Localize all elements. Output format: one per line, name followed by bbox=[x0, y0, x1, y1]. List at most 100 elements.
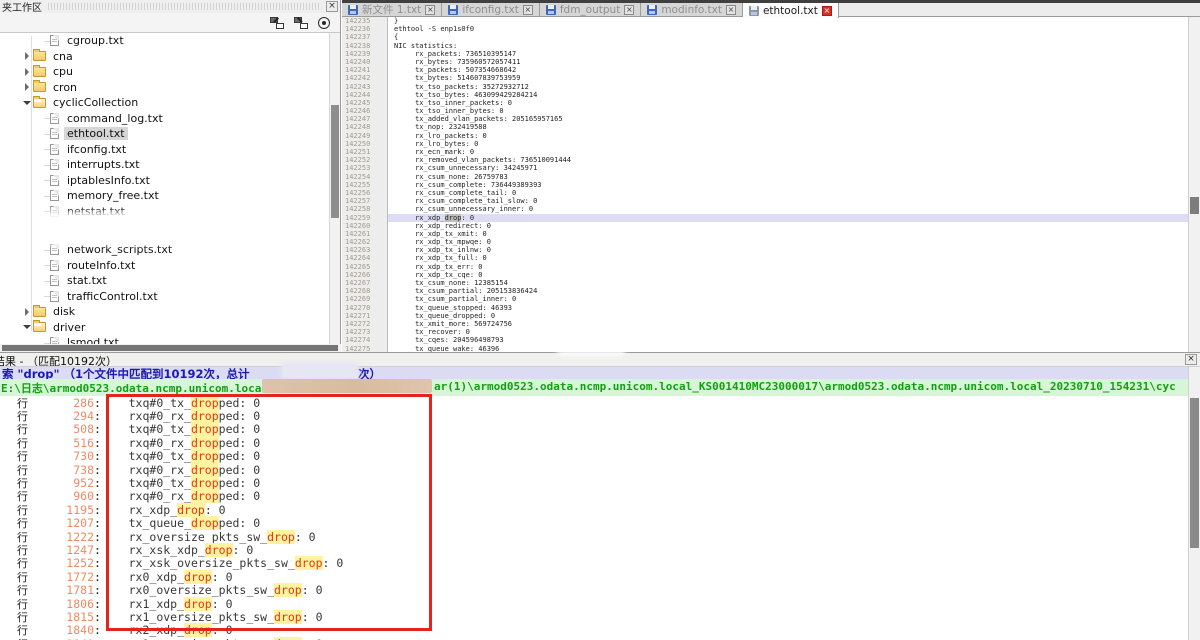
code-line: 142244 tx_tso_bytes: 463099429284214 bbox=[342, 91, 1188, 99]
results-scrollbar-thumb[interactable] bbox=[1190, 398, 1199, 548]
result-row[interactable]: 行508: txq#0_tx_dropped: 0 bbox=[0, 423, 1188, 436]
close-tab-icon[interactable]: × bbox=[726, 5, 736, 15]
chevron-right-icon[interactable] bbox=[22, 67, 32, 77]
tree-item-network_scripts.txt[interactable]: network_scripts.txt bbox=[0, 242, 330, 258]
tab-ethtool.txt[interactable]: ethtool.txt × bbox=[743, 3, 839, 18]
tab--1.txt[interactable]: 新文件 1.txt× bbox=[342, 3, 442, 16]
expand-all-icon[interactable] bbox=[270, 17, 284, 29]
result-file-path-line[interactable]: E:\日志\armod0523.odata.ncmp.unicom.loca a… bbox=[0, 379, 1200, 396]
result-line-number: 286 bbox=[28, 396, 94, 410]
result-row[interactable]: 行1840: rx2_xdp_drop: 0 bbox=[0, 624, 1188, 637]
line-number: 142269 bbox=[342, 295, 388, 303]
editor-scrollbar-thumb[interactable] bbox=[1190, 197, 1199, 214]
result-row[interactable]: 行1815: rx1_oversize_pkts_sw_drop: 0 bbox=[0, 610, 1188, 623]
result-line-number: 952 bbox=[28, 476, 94, 490]
result-row[interactable]: 行1781: rx0_oversize_pkts_sw_drop: 0 bbox=[0, 583, 1188, 596]
tree-item-label: netstat.txt bbox=[64, 205, 128, 218]
tab-modinfo.txt[interactable]: modinfo.txt× bbox=[641, 3, 743, 16]
result-rows: 行286: txq#0_tx_dropped: 0行294: rxq#0_rx_… bbox=[0, 396, 1188, 640]
close-tab-icon[interactable]: × bbox=[425, 5, 435, 15]
file-icon bbox=[50, 113, 59, 124]
code-line: 142267 tx_csum_none: 12385154 bbox=[342, 279, 1188, 287]
result-row[interactable]: 行1806: rx1_xdp_drop: 0 bbox=[0, 597, 1188, 610]
editor-text-area[interactable]: 142235}142236ethtool -S enp1s0f0142237{1… bbox=[342, 17, 1188, 352]
result-row[interactable]: 行1222: rx_oversize_pkts_sw_drop: 0 bbox=[0, 530, 1188, 543]
chevron-down-icon[interactable] bbox=[22, 98, 32, 108]
result-line-number: 1815 bbox=[28, 610, 94, 624]
line-number: 142257 bbox=[342, 197, 388, 205]
tree-item-command_log.txt[interactable]: command_log.txt bbox=[0, 111, 330, 127]
collapse-all-icon[interactable] bbox=[294, 17, 308, 29]
code-line: 142260 rx_xdp_redirect: 0 bbox=[342, 222, 1188, 230]
locate-file-icon[interactable] bbox=[318, 17, 330, 29]
result-file-path-right: ar(1)\armod0523.odata.ncmp.unicom.local_… bbox=[434, 380, 1176, 393]
folder-icon bbox=[33, 82, 46, 92]
tree-item-label: routeInfo.txt bbox=[64, 259, 138, 272]
close-tab-icon[interactable]: × bbox=[523, 5, 533, 15]
close-tab-icon[interactable]: × bbox=[624, 5, 634, 15]
result-row[interactable]: 行960: rxq#0_rx_dropped: 0 bbox=[0, 490, 1188, 503]
code-text: rx_csum_complete_tail_slow: 0 bbox=[388, 197, 537, 205]
result-line-number: 1222 bbox=[28, 530, 94, 544]
tree-item-cna[interactable]: cna bbox=[0, 49, 330, 65]
tree-item-disk[interactable]: disk bbox=[0, 304, 330, 320]
tree-hscrollbar[interactable] bbox=[0, 344, 341, 352]
result-row[interactable]: 行1207: tx_queue_dropped: 0 bbox=[0, 517, 1188, 530]
result-colon: : bbox=[94, 543, 101, 557]
line-number: 142273 bbox=[342, 328, 388, 336]
tree-item-ethtool.txt[interactable]: ethtool.txt bbox=[0, 126, 330, 142]
results-scrollbar[interactable] bbox=[1188, 367, 1200, 640]
tree-item-interrupts.txt[interactable]: interrupts.txt bbox=[0, 157, 330, 173]
result-row[interactable]: 行1195: rx_xdp_drop: 0 bbox=[0, 503, 1188, 516]
result-row[interactable]: 行294: rxq#0_rx_dropped: 0 bbox=[0, 409, 1188, 422]
tab-label: ethtool.txt bbox=[763, 5, 818, 17]
tree-item-cgroup.txt[interactable]: cgroup.txt bbox=[0, 33, 330, 49]
results-close-button[interactable]: × bbox=[1185, 354, 1197, 365]
chevron-right-icon[interactable] bbox=[22, 82, 32, 92]
tree-item-cpu[interactable]: cpu bbox=[0, 64, 330, 80]
close-tab-icon[interactable]: × bbox=[822, 6, 832, 16]
code-text: tx_xmit_more: 569724756 bbox=[388, 320, 512, 328]
workspace-close-button[interactable]: × bbox=[326, 1, 338, 12]
result-row[interactable]: 行1252: rx_xsk_oversize_pkts_sw_drop: 0 bbox=[0, 557, 1188, 570]
code-text: rx_csum_complete: 736449389393 bbox=[388, 181, 542, 189]
tree-item-label: ifconfig.txt bbox=[64, 143, 129, 156]
tree-item-trafficControl.txt[interactable]: trafficControl.txt bbox=[0, 289, 330, 305]
tree-item-memory_free.txt[interactable]: memory_free.txt bbox=[0, 188, 330, 204]
chevron-right-icon[interactable] bbox=[22, 307, 32, 317]
tree-item-cron[interactable]: cron bbox=[0, 80, 330, 96]
tree-item-routeInfo.txt[interactable]: routeInfo.txt bbox=[0, 258, 330, 274]
tree-item-cyclicCollection[interactable]: cyclicCollection bbox=[0, 95, 330, 111]
result-row[interactable]: 行730: txq#0_tx_dropped: 0 bbox=[0, 450, 1188, 463]
workspace-titlebar: 夹工作区 × bbox=[0, 0, 340, 13]
tree-hscrollbar-thumb[interactable] bbox=[2, 345, 338, 351]
result-text: tx_queue_dropped: 0 bbox=[101, 516, 260, 530]
tree-item-stat.txt[interactable]: stat.txt bbox=[0, 273, 330, 289]
match-highlight: drop bbox=[191, 436, 219, 450]
result-row[interactable]: 行1247: rx_xsk_xdp_drop: 0 bbox=[0, 543, 1188, 556]
chevron-down-icon[interactable] bbox=[22, 322, 32, 332]
code-line: 142264 rx_xdp_tx_full: 0 bbox=[342, 254, 1188, 262]
tab-ifconfig.txt[interactable]: ifconfig.txt× bbox=[442, 3, 540, 16]
tree-item-ifconfig.txt[interactable]: ifconfig.txt bbox=[0, 142, 330, 158]
result-row[interactable]: 行952: txq#0_tx_dropped: 0 bbox=[0, 476, 1188, 489]
line-number: 142274 bbox=[342, 336, 388, 344]
code-text: rx_csum_unnecessary: 34245971 bbox=[388, 164, 537, 172]
tree-item-driver[interactable]: driver bbox=[0, 320, 330, 336]
tree-scrollbar[interactable] bbox=[329, 33, 340, 344]
tree-item-lsmod.txt[interactable]: lsmod.txt bbox=[0, 335, 330, 344]
tab-fdm_output[interactable]: fdm_output× bbox=[540, 3, 641, 16]
tree-scrollbar-thumb[interactable] bbox=[331, 105, 339, 218]
code-line: 142249 rx_lro_packets: 0 bbox=[342, 132, 1188, 140]
result-row[interactable]: 行738: rxq#0_rx_dropped: 0 bbox=[0, 463, 1188, 476]
result-row[interactable]: 行286: txq#0_tx_dropped: 0 bbox=[0, 396, 1188, 409]
editor-scrollbar[interactable] bbox=[1188, 17, 1200, 352]
code-line: 142238NIC statistics: bbox=[342, 42, 1188, 50]
code-line: 142248 tx_nop: 232419588 bbox=[342, 123, 1188, 131]
result-row[interactable]: 行516: rxq#0_rx_dropped: 0 bbox=[0, 436, 1188, 449]
result-row[interactable]: 行1772: rx0_xdp_drop: 0 bbox=[0, 570, 1188, 583]
panel-grip[interactable] bbox=[48, 3, 320, 10]
tree-item-label: driver bbox=[50, 321, 88, 334]
chevron-right-icon[interactable] bbox=[22, 51, 32, 61]
tree-item-iptablesInfo.txt[interactable]: iptablesInfo.txt bbox=[0, 173, 330, 189]
